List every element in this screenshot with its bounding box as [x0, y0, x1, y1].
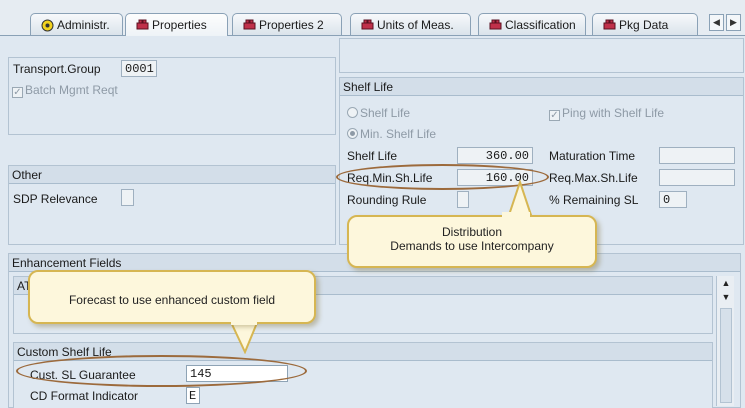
lego-brick-icon: [489, 19, 502, 30]
cd-format-indicator-field[interactable]: E: [186, 387, 200, 404]
lego-brick-icon: [136, 19, 149, 30]
radio-min-shelf-life[interactable]: Min. Shelf Life: [347, 127, 436, 141]
transport-group-field[interactable]: 0001: [121, 60, 157, 77]
tab-units-of-meas[interactable]: Units of Meas.: [350, 13, 471, 36]
ping-shelf-life-checkbox[interactable]: ✓ Ping with Shelf Life: [549, 106, 664, 121]
sdp-relevance-field[interactable]: [121, 189, 134, 206]
tab-label: Administr.: [57, 18, 110, 32]
checkmark-icon: ✓: [12, 87, 23, 98]
req-max-shelf-life-field[interactable]: [659, 169, 735, 186]
tab-scroll-right-button[interactable]: ▶: [726, 14, 741, 31]
radio-icon: [347, 107, 358, 118]
transport-group-label: Transport.Group: [13, 62, 101, 76]
rounding-rule-label: Rounding Rule: [347, 193, 427, 207]
scroll-up-icon[interactable]: ▲: [720, 278, 732, 288]
right-top-group: [339, 38, 744, 73]
sdp-relevance-label: SDP Relevance: [13, 192, 98, 206]
tab-label: Properties: [152, 18, 207, 32]
forecast-callout-text: Forecast to use enhanced custom field: [68, 293, 276, 307]
other-title: Other: [9, 166, 335, 184]
general-group: Transport.Group 0001 ✓ Batch Mgmt Reqt: [8, 57, 336, 135]
callout-joint: [502, 212, 530, 218]
tab-label: Classification: [505, 18, 576, 32]
vertical-scrollbar[interactable]: ▲ ▼: [716, 276, 734, 406]
distribution-callout-title: Distribution: [441, 225, 503, 239]
req-max-shelf-life-label: Req.Max.Sh.Life: [549, 171, 638, 185]
distribution-callout: Distribution Demands to use Intercompany: [347, 215, 597, 268]
tab-label: Units of Meas.: [377, 18, 454, 32]
remaining-sl-label: % Remaining SL: [549, 193, 639, 207]
tab-label: Properties 2: [259, 18, 324, 32]
radio-shelf-life-label: Shelf Life: [360, 106, 411, 120]
tab-pkg-data[interactable]: Pkg Data: [592, 13, 698, 36]
checkmark-icon: ✓: [549, 110, 560, 121]
shelf-life-field[interactable]: 360.00: [457, 147, 533, 164]
shelf-life-label: Shelf Life: [347, 149, 398, 163]
scroll-down-icon[interactable]: ▼: [720, 292, 732, 302]
tab-strip: Administr. Properties Properties 2 Units…: [0, 0, 745, 36]
remaining-sl-field[interactable]: 0: [659, 191, 687, 208]
radio-shelf-life[interactable]: Shelf Life: [347, 106, 410, 120]
lego-brick-icon: [361, 19, 374, 30]
checkmark-circle-icon: [41, 19, 54, 32]
maturation-time-label: Maturation Time: [549, 149, 636, 163]
lego-brick-icon: [243, 19, 256, 30]
scrollbar-thumb[interactable]: [720, 308, 732, 403]
forecast-callout: Forecast to use enhanced custom field: [28, 270, 316, 324]
tab-divider: [0, 35, 745, 36]
shelf-life-title: Shelf Life: [340, 78, 743, 96]
tab-label: Pkg Data: [619, 18, 669, 32]
cust-sl-highlight-ellipse: [16, 355, 307, 387]
lego-brick-icon: [603, 19, 616, 30]
radio-min-shelf-life-label: Min. Shelf Life: [360, 127, 437, 141]
tab-properties-2[interactable]: Properties 2: [232, 13, 342, 36]
tab-scroll-left-button[interactable]: ◀: [709, 14, 724, 31]
tab-classification[interactable]: Classification: [478, 13, 586, 36]
callout-joint: [231, 319, 257, 325]
ping-shelf-life-label: Ping with Shelf Life: [562, 106, 665, 120]
maturation-time-field[interactable]: [659, 147, 735, 164]
batch-mgmt-label: Batch Mgmt Reqt: [25, 83, 118, 97]
tab-properties[interactable]: Properties: [125, 13, 228, 36]
radio-selected-icon: [347, 128, 358, 139]
batch-mgmt-checkbox[interactable]: ✓ Batch Mgmt Reqt: [12, 83, 118, 98]
other-group: Other SDP Relevance: [8, 165, 336, 245]
cd-format-indicator-label: CD Format Indicator: [30, 389, 139, 403]
rounding-rule-field[interactable]: [457, 191, 469, 208]
distribution-callout-text: Demands to use Intercompany: [390, 239, 554, 253]
tab-administr[interactable]: Administr.: [30, 13, 123, 36]
